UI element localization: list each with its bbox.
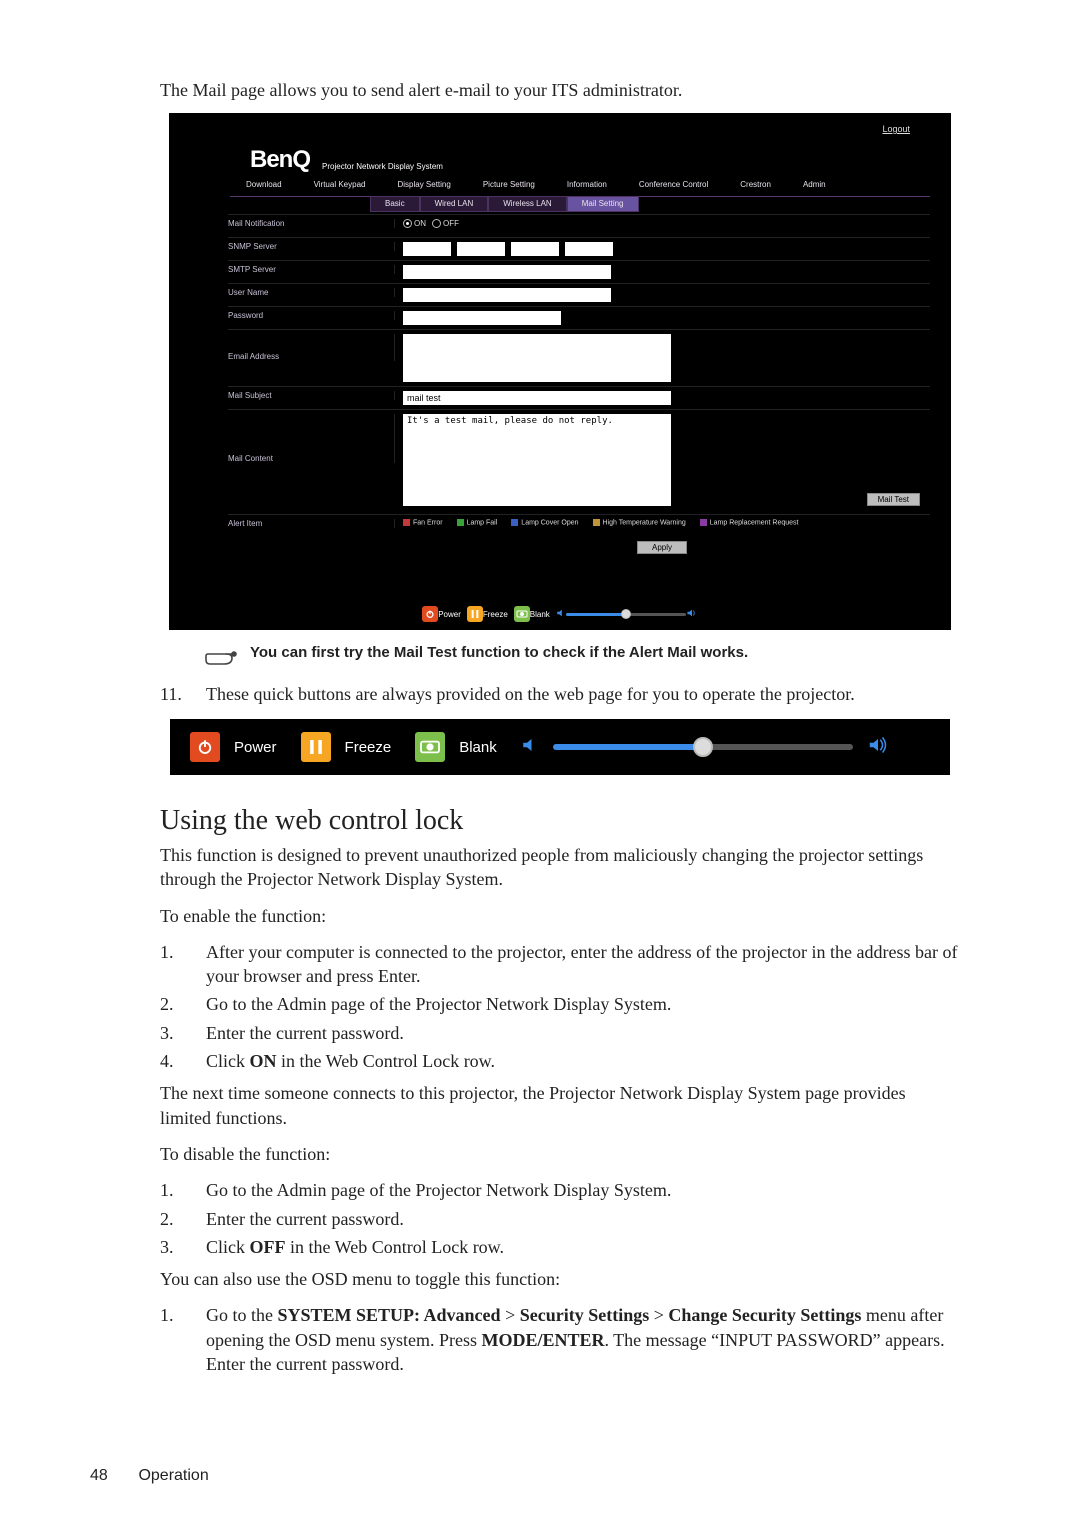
power-label: Power	[438, 610, 461, 619]
brand-logo: BenQ	[250, 146, 310, 174]
snmp-field-1[interactable]	[403, 242, 451, 256]
list-item: 2.Go to the Admin page of the Projector …	[160, 992, 960, 1016]
tip-text: You can first try the Mail Test function…	[250, 644, 748, 661]
mail-subject-field[interactable]: mail test	[403, 391, 671, 405]
snmp-field-3[interactable]	[511, 242, 559, 256]
mail-page-screenshot: Logout BenQ Projector Network Display Sy…	[169, 113, 951, 630]
volume-down-icon[interactable]	[556, 608, 566, 620]
power-button[interactable]	[422, 606, 438, 622]
list-item: 1.After your computer is connected to th…	[160, 940, 960, 989]
top-tab-bar: Download Virtual Keypad Display Setting …	[230, 178, 930, 197]
enable-result-text: The next time someone connects to this p…	[160, 1081, 960, 1130]
list-item: 3.Click OFF in the Web Control Lock row.	[160, 1235, 960, 1259]
label-email-address: Email Address	[228, 334, 395, 361]
label-user-name: User Name	[228, 288, 395, 297]
power-label: Power	[234, 739, 277, 756]
subtab-wireless-lan[interactable]: Wireless LAN	[488, 196, 566, 212]
page-number: 48	[90, 1467, 134, 1485]
snmp-field-4[interactable]	[565, 242, 613, 256]
disable-heading: To disable the function:	[160, 1142, 960, 1166]
tab-download[interactable]: Download	[230, 178, 298, 196]
page-footer: 48 Operation	[90, 1467, 209, 1485]
footer-section-name: Operation	[138, 1467, 208, 1484]
blank-label: Blank	[530, 610, 550, 619]
freeze-button[interactable]	[467, 606, 483, 622]
mail-test-button[interactable]: Mail Test	[867, 493, 920, 506]
tab-admin[interactable]: Admin	[787, 178, 842, 196]
item-11-text: These quick buttons are always provided …	[206, 684, 960, 705]
snmp-field-2[interactable]	[457, 242, 505, 256]
quick-buttons-bar-large: Power Freeze Blank	[170, 719, 950, 775]
label-smtp-server: SMTP Server	[228, 265, 395, 274]
volume-slider[interactable]	[553, 744, 853, 750]
disable-steps-list: 1.Go to the Admin page of the Projector …	[160, 1178, 960, 1259]
intro-text: The Mail page allows you to send alert e…	[160, 80, 960, 101]
tab-crestron[interactable]: Crestron	[724, 178, 787, 196]
power-button[interactable]	[190, 732, 220, 762]
tab-virtual-keypad[interactable]: Virtual Keypad	[298, 178, 382, 196]
alert-item[interactable]: Lamp Fail	[457, 519, 498, 526]
freeze-label: Freeze	[345, 739, 392, 756]
volume-up-icon[interactable]	[867, 736, 889, 758]
logout-link[interactable]: Logout	[882, 124, 910, 134]
list-item: 4.Click ON in the Web Control Lock row.	[160, 1049, 960, 1073]
subtab-mail-setting[interactable]: Mail Setting	[567, 196, 639, 212]
label-mail-subject: Mail Subject	[228, 391, 395, 400]
item-11-number: 11.	[160, 684, 188, 705]
blank-button[interactable]	[514, 606, 530, 622]
list-item: 2.Enter the current password.	[160, 1207, 960, 1231]
radio-off[interactable]: OFF	[432, 219, 459, 228]
subtab-basic[interactable]: Basic	[370, 196, 420, 212]
sub-tab-bar: Basic Wired LAN Wireless LAN Mail Settin…	[370, 196, 639, 212]
freeze-button[interactable]	[301, 732, 331, 762]
alert-item[interactable]: High Temperature Warning	[593, 519, 686, 526]
list-item: 1.Go to the Admin page of the Projector …	[160, 1178, 960, 1202]
label-snmp-server: SNMP Server	[228, 242, 395, 251]
osd-steps-list: 1.Go to the SYSTEM SETUP: Advanced > Sec…	[160, 1303, 960, 1376]
label-mail-content: Mail Content	[228, 414, 395, 463]
volume-down-icon[interactable]	[521, 736, 539, 758]
enable-steps-list: 1.After your computer is connected to th…	[160, 940, 960, 1073]
label-mail-notification: Mail Notification	[228, 219, 395, 228]
label-alert-item: Alert Item	[228, 519, 395, 528]
brand-subtitle: Projector Network Display System	[322, 162, 443, 174]
mail-content-field[interactable]: It's a test mail, please do not reply.	[403, 414, 671, 506]
radio-on[interactable]: ON	[403, 219, 426, 228]
blank-label: Blank	[459, 739, 497, 756]
enable-heading: To enable the function:	[160, 904, 960, 928]
quick-buttons-bar-small: Power Freeze Blank	[170, 599, 950, 629]
alert-items: Fan Error Lamp Fail Lamp Cover Open High Te…	[395, 519, 930, 526]
apply-button[interactable]: Apply	[637, 541, 687, 554]
alert-item[interactable]: Lamp Replacement Request	[700, 519, 799, 526]
tab-picture-setting[interactable]: Picture Setting	[467, 178, 551, 196]
email-address-field[interactable]	[403, 334, 671, 382]
alert-item[interactable]: Lamp Cover Open	[511, 519, 578, 526]
label-password: Password	[228, 311, 395, 320]
blank-button[interactable]	[415, 732, 445, 762]
list-item: 1.Go to the SYSTEM SETUP: Advanced > Sec…	[160, 1303, 960, 1376]
freeze-label: Freeze	[483, 610, 508, 619]
smtp-field[interactable]	[403, 265, 611, 279]
tab-information[interactable]: Information	[551, 178, 623, 196]
section-heading: Using the web control lock	[160, 805, 960, 837]
username-field[interactable]	[403, 288, 611, 302]
volume-up-icon[interactable]	[686, 608, 698, 620]
subtab-wired-lan[interactable]: Wired LAN	[420, 196, 489, 212]
section-intro: This function is designed to prevent una…	[160, 843, 960, 892]
alert-item[interactable]: Fan Error	[403, 519, 443, 526]
tab-conference-control[interactable]: Conference Control	[623, 178, 724, 196]
list-item: 3.Enter the current password.	[160, 1021, 960, 1045]
hand-point-icon	[204, 644, 232, 664]
password-field[interactable]	[403, 311, 561, 325]
osd-heading: You can also use the OSD menu to toggle …	[160, 1267, 960, 1291]
volume-slider[interactable]	[566, 613, 686, 616]
tab-display-setting[interactable]: Display Setting	[381, 178, 466, 196]
